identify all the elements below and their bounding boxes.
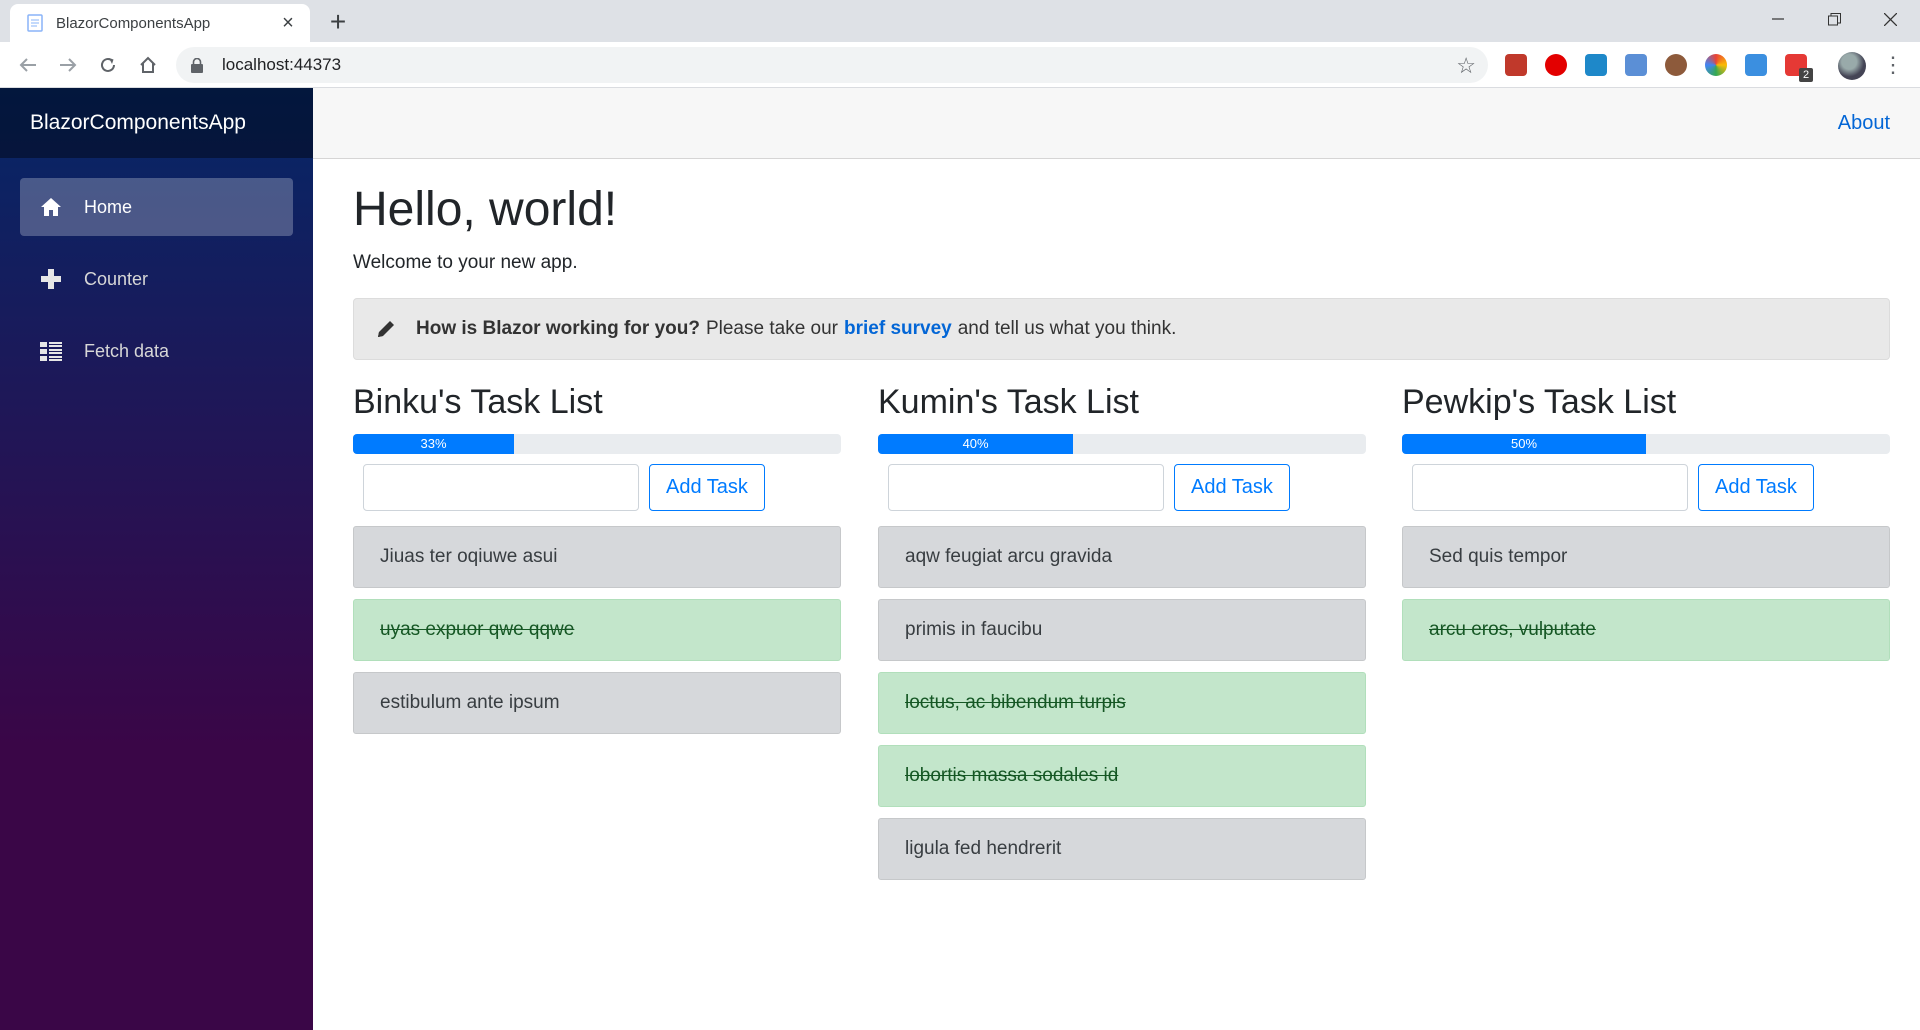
brand-row: BlazorComponentsApp <box>0 88 313 158</box>
add-task-row: Add Task <box>353 464 841 511</box>
new-task-input[interactable] <box>363 464 639 511</box>
back-icon[interactable] <box>12 49 44 81</box>
sidebar-item-fetch-data[interactable]: Fetch data <box>20 322 293 380</box>
notification-extension-icon[interactable]: 2 <box>1785 54 1813 82</box>
task-items: aqw feugiat arcu gravida primis in fauci… <box>878 526 1366 880</box>
forward-icon[interactable] <box>52 49 84 81</box>
main-content: Hello, world! Welcome to your new app. H… <box>353 159 1890 902</box>
browser-menu-icon[interactable]: ⋮ <box>1882 51 1904 79</box>
app-brand[interactable]: BlazorComponentsApp <box>30 111 246 135</box>
progress-bar: 50% <box>1402 434 1646 454</box>
cookie-extension-icon[interactable] <box>1665 54 1687 76</box>
about-link[interactable]: About <box>1838 112 1890 135</box>
sidebar-item-home[interactable]: Home <box>20 178 293 236</box>
task-list-kumin: Kumin's Task List 40% Add Task aqw feugi… <box>878 382 1366 891</box>
add-task-button[interactable]: Add Task <box>1174 464 1290 511</box>
browser-tab[interactable]: BlazorComponentsApp × <box>10 4 310 42</box>
page-favicon-icon <box>26 14 44 32</box>
sidebar-nav: Home Counter Fetch data <box>0 158 313 380</box>
profile-avatar[interactable] <box>1838 52 1866 80</box>
bookmark-extension-icon[interactable] <box>1505 54 1527 76</box>
progress-track: 33% <box>353 434 841 454</box>
add-task-row: Add Task <box>878 464 1366 511</box>
extension-badge: 2 <box>1799 68 1813 82</box>
survey-text-before: Please take our <box>705 318 838 339</box>
task-item[interactable]: arcu eros, vulputate <box>1402 599 1890 661</box>
add-task-button[interactable]: Add Task <box>1698 464 1814 511</box>
task-list-binku: Binku's Task List 33% Add Task Jiuas ter… <box>353 382 841 745</box>
bookmark-star-icon[interactable]: ☆ <box>1456 53 1476 79</box>
minimize-icon[interactable] <box>1750 0 1806 38</box>
task-list-title: Binku's Task List <box>353 383 603 421</box>
sidebar-item-label: Home <box>84 196 133 217</box>
page-title: Hello, world! <box>353 183 618 236</box>
task-item[interactable]: primis in faucibu <box>878 599 1366 661</box>
survey-question: How is Blazor working for you? <box>416 318 700 339</box>
home-icon <box>38 194 64 220</box>
new-task-input[interactable] <box>888 464 1164 511</box>
list-icon <box>38 338 64 364</box>
restore-icon[interactable] <box>1806 0 1862 38</box>
browser-toolbar: localhost:44373 ☆ 2 ⋮ <box>0 42 1920 88</box>
task-item[interactable]: lobortis massa sodales id <box>878 745 1366 807</box>
checkbox-extension-icon[interactable] <box>1585 54 1607 76</box>
adblock-extension-icon[interactable] <box>1545 54 1567 76</box>
task-items: Sed quis tempor arcu eros, vulputate <box>1402 526 1890 661</box>
address-bar[interactable]: localhost:44373 ☆ <box>176 47 1488 83</box>
progress-bar: 40% <box>878 434 1074 454</box>
task-items: Jiuas ter oqiuwe asui uyas expuor qwe qq… <box>353 526 841 734</box>
welcome-text: Welcome to your new app. <box>353 252 578 273</box>
task-item[interactable]: Jiuas ter oqiuwe asui <box>353 526 841 588</box>
task-item[interactable]: ligula fed hendrerit <box>878 818 1366 880</box>
top-row: About <box>313 88 1920 159</box>
sidebar: BlazorComponentsApp Home Counter Fetch d… <box>0 88 313 1030</box>
survey-text-after: and tell us what you think. <box>957 318 1177 339</box>
task-lists: Binku's Task List 33% Add Task Jiuas ter… <box>353 382 1890 902</box>
home-browser-icon[interactable] <box>132 49 164 81</box>
progress-track: 50% <box>1402 434 1890 454</box>
new-tab-icon[interactable]: + <box>322 7 354 39</box>
sidebar-item-counter[interactable]: Counter <box>20 250 293 308</box>
plus-icon <box>38 266 64 292</box>
add-task-row: Add Task <box>1402 464 1890 511</box>
task-item[interactable]: loctus, ac bibendum turpis <box>878 672 1366 734</box>
task-item[interactable]: Sed quis tempor <box>1402 526 1890 588</box>
reload-icon[interactable] <box>92 49 124 81</box>
close-window-icon[interactable] <box>1862 0 1918 38</box>
task-item[interactable]: estibulum ante ipsum <box>353 672 841 734</box>
close-tab-icon[interactable]: × <box>278 13 298 33</box>
browser-tabstrip: BlazorComponentsApp × + <box>0 0 1920 42</box>
tab-title: BlazorComponentsApp <box>56 14 211 32</box>
color-picker-extension-icon[interactable] <box>1705 54 1727 76</box>
pencil-icon <box>376 318 398 340</box>
add-task-button[interactable]: Add Task <box>649 464 765 511</box>
sidebar-item-label: Fetch data <box>84 340 170 361</box>
progress-track: 40% <box>878 434 1366 454</box>
camera-extension-icon[interactable] <box>1625 54 1647 76</box>
url-text: localhost:44373 <box>222 55 342 74</box>
lock-icon <box>190 57 204 73</box>
task-list-title: Kumin's Task List <box>878 383 1139 421</box>
survey-link[interactable]: brief survey <box>844 318 952 340</box>
new-task-input[interactable] <box>1412 464 1688 511</box>
download-extension-icon[interactable] <box>1745 54 1767 76</box>
sidebar-item-label: Counter <box>84 268 149 289</box>
task-list-pewkip: Pewkip's Task List 50% Add Task Sed quis… <box>1402 382 1890 672</box>
task-item[interactable]: aqw feugiat arcu gravida <box>878 526 1366 588</box>
task-item[interactable]: uyas expuor qwe qqwe <box>353 599 841 661</box>
progress-bar: 33% <box>353 434 515 454</box>
survey-alert: How is Blazor working for you? Please ta… <box>353 298 1890 360</box>
task-list-title: Pewkip's Task List <box>1402 383 1677 421</box>
